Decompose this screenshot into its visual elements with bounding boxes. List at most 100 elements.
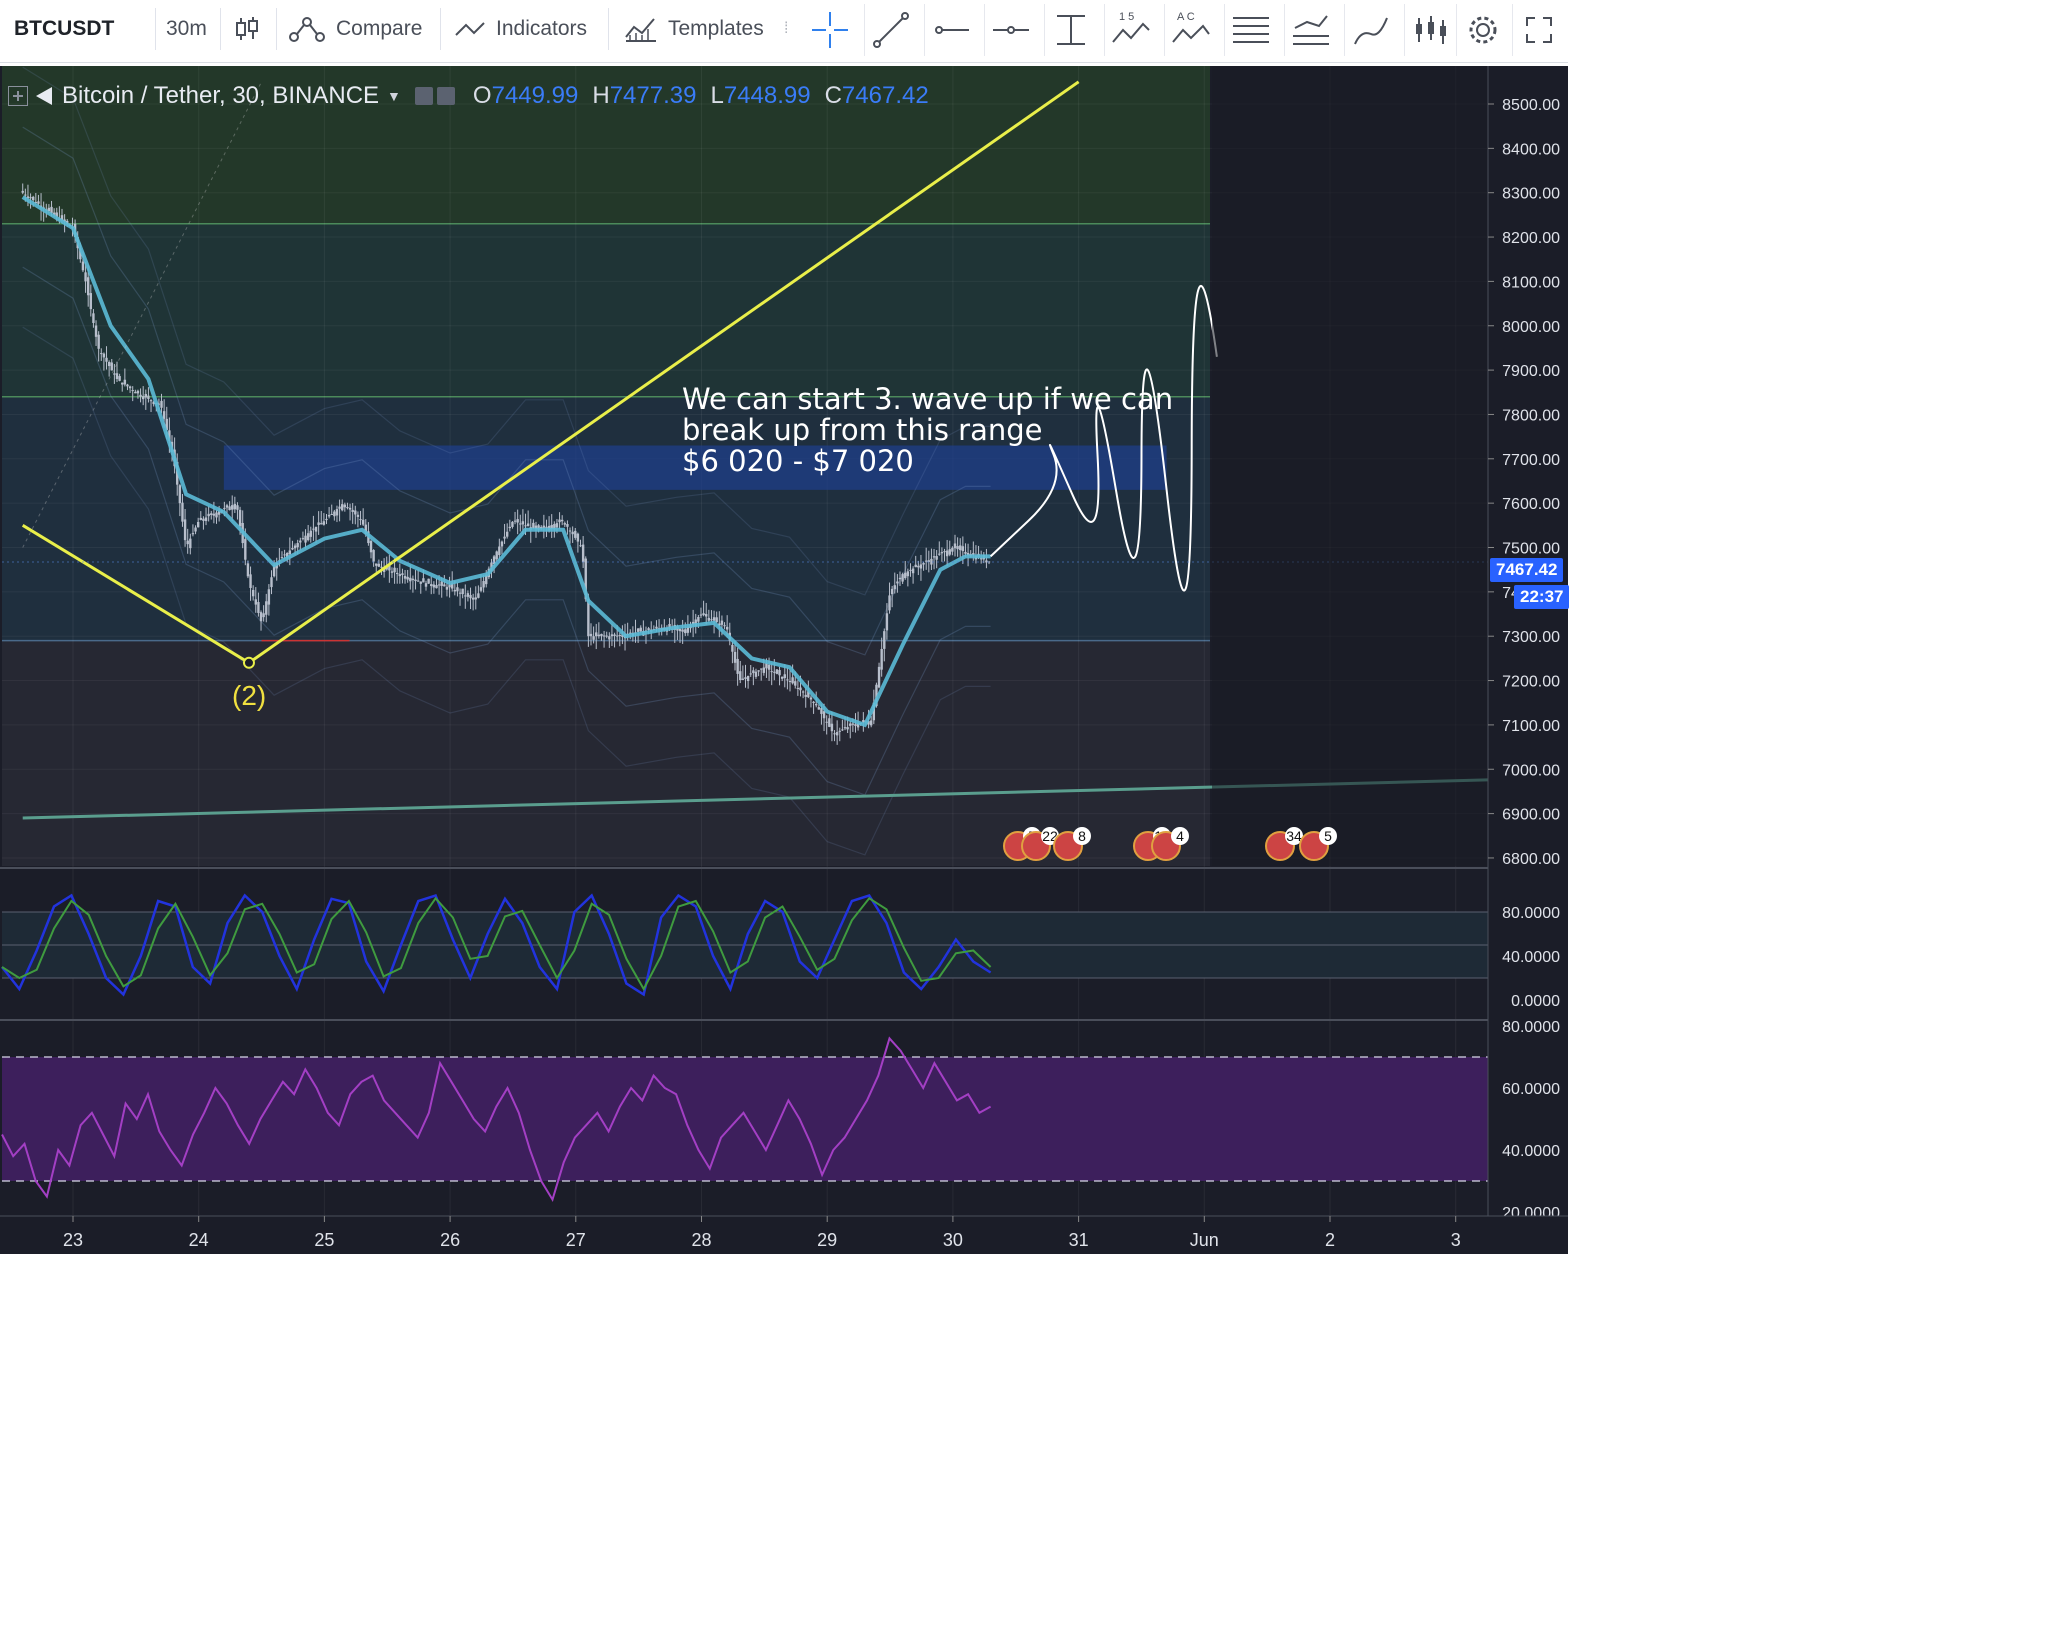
fib-wave-tool[interactable]: 1 5: [1104, 4, 1157, 56]
long-position-tool[interactable]: [1404, 4, 1457, 56]
candle-body: [869, 720, 873, 726]
candle-body: [144, 394, 148, 398]
candle-body: [199, 517, 202, 520]
candle-body: [888, 595, 891, 611]
candle-body: [579, 545, 582, 547]
candle-body: [786, 679, 789, 681]
settings-button[interactable]: [1456, 4, 1509, 56]
fullscreen-button[interactable]: [1512, 4, 1565, 56]
candle-body: [228, 506, 231, 511]
candle-body: [304, 535, 307, 543]
chart-type-button[interactable]: [234, 0, 260, 58]
badge-count: 5: [1324, 828, 1332, 844]
candle-body: [822, 711, 826, 719]
candle-body: [92, 313, 95, 323]
time-tick-label: 30: [943, 1230, 963, 1250]
chevron-down-icon[interactable]: ▼: [387, 88, 401, 104]
gear-small-icon[interactable]: [436, 87, 455, 105]
wave-label[interactable]: (2): [232, 680, 266, 712]
candle-body: [749, 673, 752, 675]
candle-body: [922, 563, 925, 565]
candle-body: [160, 400, 163, 408]
eye-icon[interactable]: [414, 87, 433, 105]
legend-settings-icon[interactable]: [8, 86, 28, 106]
candle-body: [113, 373, 116, 375]
crosshair-tool[interactable]: [804, 4, 856, 56]
candle-body: [231, 505, 234, 510]
candle-body: [443, 584, 446, 587]
time-tick-label: 3: [1451, 1230, 1461, 1250]
legend-title[interactable]: Bitcoin / Tether, 30, BINANCE: [62, 82, 379, 110]
candle-body: [259, 612, 263, 622]
candle-body: [24, 194, 27, 196]
trend-line-tool[interactable]: [864, 4, 917, 56]
candle-body: [979, 558, 983, 560]
candle-body: [883, 631, 886, 649]
rsi-axis-label: 80.0000: [1502, 1019, 1560, 1036]
candle-body: [422, 578, 425, 583]
candle-body: [563, 523, 567, 525]
candle-body: [29, 197, 32, 199]
candle-body: [359, 519, 362, 521]
candle-body: [100, 353, 103, 355]
top-toolbar: BTCUSDT 30m Compare Indicators Templates…: [0, 0, 1568, 63]
candle-body: [880, 649, 883, 670]
candle-body: [149, 400, 153, 402]
candle-body: [139, 394, 142, 397]
vertical-line-tool[interactable]: [1044, 4, 1097, 56]
candle-body: [581, 544, 585, 563]
candle-body: [794, 681, 797, 686]
toolbar-divider: [276, 8, 277, 50]
chart-container[interactable]: 52281043458500.008400.008300.008200.0081…: [0, 66, 1570, 1254]
fib-retracement-icon: [1233, 17, 1269, 43]
price-tick-label: 8300.00: [1502, 186, 1560, 203]
chart-annotation[interactable]: We can start 3. wave up if we can break …: [682, 384, 1173, 477]
compare-button[interactable]: Compare: [288, 0, 422, 58]
candle-body: [141, 396, 145, 400]
low-value: 7448.99: [723, 82, 811, 109]
indicators-button[interactable]: Indicators: [454, 0, 587, 58]
candle-body: [401, 573, 404, 576]
templates-button[interactable]: Templates: [624, 0, 764, 58]
candle-body: [516, 519, 519, 523]
candle-body: [762, 667, 766, 673]
open-key: O: [472, 82, 492, 109]
candle-body: [909, 569, 912, 571]
candle-body: [885, 613, 889, 631]
price-tick-label: 7900.00: [1502, 363, 1560, 380]
price-chart[interactable]: 52281043458500.008400.008300.008200.0081…: [0, 66, 1568, 1254]
candle-body: [207, 513, 210, 517]
horizontal-ray-tool[interactable]: [924, 4, 977, 56]
candle-body: [754, 671, 758, 677]
pattern-tool[interactable]: A C: [1164, 4, 1217, 56]
candle-body: [773, 671, 776, 673]
candle-bars-icon: [1416, 16, 1446, 44]
candle-body: [812, 701, 815, 703]
candle-body: [354, 510, 357, 515]
candle-body: [744, 677, 747, 679]
candle-body: [595, 632, 598, 637]
candle-body: [555, 523, 559, 528]
candle-body: [372, 550, 375, 562]
interval-button[interactable]: 30m: [166, 0, 207, 58]
candle-body: [134, 391, 137, 394]
wave2-pivot: [242, 656, 255, 669]
candle-body: [265, 601, 268, 615]
candle-body: [194, 527, 197, 532]
candle-body: [841, 729, 844, 731]
channel-tool[interactable]: [1284, 4, 1337, 56]
candle-body: [597, 634, 601, 637]
brush-tool[interactable]: [1344, 4, 1397, 56]
candle-body: [943, 551, 946, 553]
price-tick-label: 8100.00: [1502, 274, 1560, 291]
symbol-search[interactable]: BTCUSDT: [14, 0, 114, 58]
candle-body: [780, 676, 784, 679]
candle-body: [896, 581, 899, 584]
candle-body: [843, 727, 847, 729]
fib-retracement-tool[interactable]: [1224, 4, 1277, 56]
horizontal-line-tool[interactable]: [984, 4, 1037, 56]
candle-body: [251, 589, 255, 597]
candle-body: [189, 538, 192, 549]
drag-handle-icon[interactable]: ⁞: [784, 20, 788, 38]
candle-body: [126, 384, 129, 387]
